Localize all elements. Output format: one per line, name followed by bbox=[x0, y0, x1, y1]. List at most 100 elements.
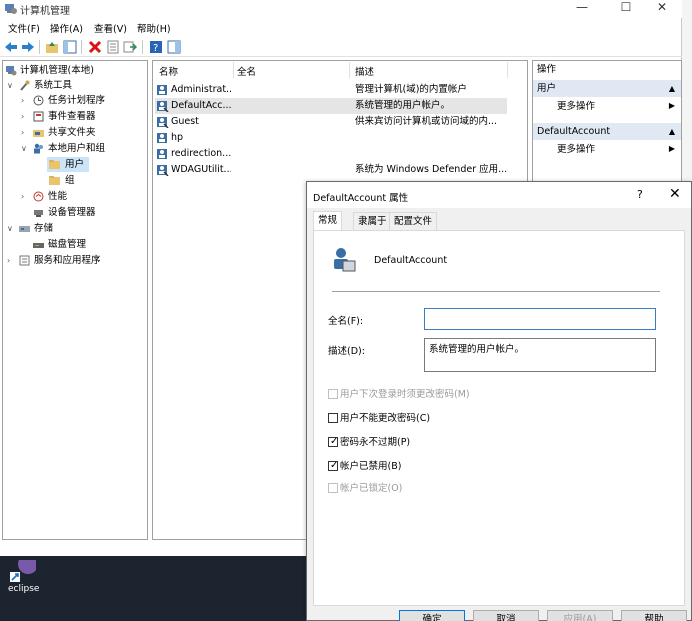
table-row[interactable]: hp bbox=[155, 130, 507, 146]
checkbox-box[interactable]: ✓ bbox=[328, 436, 338, 447]
table-row[interactable]: Administrat... 管理计算机(域)的内置帐户 bbox=[155, 82, 507, 98]
toolbar: ? bbox=[0, 37, 682, 57]
minimize-button[interactable]: — bbox=[566, 0, 598, 16]
checkbox-label: 用户不能更改密码(C) bbox=[340, 413, 431, 424]
checkbox-box[interactable] bbox=[328, 483, 338, 493]
tree-node-shared-folders[interactable]: › 共享文件夹 bbox=[21, 125, 145, 140]
menu-help[interactable]: 帮助(H) bbox=[137, 21, 171, 35]
tree-node-performance[interactable]: › 性能 bbox=[21, 189, 145, 204]
user-icon bbox=[157, 164, 169, 176]
column-divider[interactable] bbox=[349, 62, 350, 78]
table-row[interactable]: Guest 供来宾访问计算机或访问域的内... bbox=[155, 114, 507, 130]
account-disabled-checkbox[interactable]: ✓ 帐户已禁用(B) bbox=[328, 460, 528, 474]
table-row[interactable]: redirection... bbox=[155, 146, 507, 162]
collapse-chevron-icon[interactable]: › bbox=[7, 253, 15, 268]
password-never-expires-checkbox[interactable]: ✓ 密码永不过期(P) bbox=[328, 436, 528, 450]
help-button[interactable]: 帮助 bbox=[621, 610, 687, 621]
must-change-password-checkbox[interactable]: 用户下次登录时须更改密码(M) bbox=[328, 388, 528, 402]
table-row[interactable]: WDAGUtilit... 系统为 Windows Defender 应用... bbox=[155, 162, 507, 178]
event-viewer-icon bbox=[33, 111, 44, 122]
menu-view[interactable]: 查看(V) bbox=[94, 21, 127, 35]
collapse-chevron-icon[interactable]: › bbox=[21, 125, 29, 140]
checkbox-box[interactable] bbox=[328, 413, 338, 423]
apply-button[interactable]: 应用(A) bbox=[547, 610, 613, 621]
column-header-fullname[interactable]: 全名 bbox=[237, 64, 256, 78]
tree-node-system-tools[interactable]: ∨ 系统工具 bbox=[7, 78, 145, 93]
more-actions-defaultaccount[interactable]: 更多操作 bbox=[557, 142, 677, 158]
tree-node-event-viewer[interactable]: › 事件查看器 bbox=[21, 109, 145, 124]
delete-icon[interactable] bbox=[88, 40, 102, 54]
divider bbox=[332, 291, 660, 292]
collapse-chevron-icon[interactable]: › bbox=[21, 189, 29, 204]
fullname-input[interactable] bbox=[424, 308, 656, 330]
tree-node-root[interactable]: 计算机管理(本地) bbox=[5, 63, 145, 78]
column-divider[interactable] bbox=[233, 62, 234, 78]
more-actions-users[interactable]: 更多操作 bbox=[557, 99, 677, 115]
cannot-change-password-checkbox[interactable]: 用户不能更改密码(C) bbox=[328, 412, 528, 426]
desktop-shortcut-eclipse[interactable]: eclipse bbox=[4, 560, 44, 594]
show-hide-tree-icon[interactable] bbox=[63, 40, 77, 54]
column-header-description[interactable]: 描述 bbox=[355, 64, 374, 78]
expand-chevron-icon[interactable]: ∨ bbox=[21, 141, 29, 156]
expand-chevron-icon[interactable]: ∨ bbox=[7, 78, 15, 93]
submenu-arrow-icon[interactable]: ▶ bbox=[669, 101, 675, 110]
submenu-arrow-icon[interactable]: ▶ bbox=[669, 144, 675, 153]
action-pane-icon[interactable] bbox=[167, 40, 181, 54]
action-section-defaultaccount[interactable]: DefaultAccount ▲ bbox=[533, 123, 681, 140]
up-folder-icon[interactable] bbox=[45, 40, 59, 54]
tree-node-groups[interactable]: 组 bbox=[47, 173, 89, 188]
toolbar-divider bbox=[81, 40, 82, 54]
description-input[interactable]: 系统管理的用户帐户。 bbox=[424, 338, 656, 372]
table-row[interactable]: DefaultAcc... 系统管理的用户帐户。 bbox=[155, 98, 507, 114]
tab-member-of[interactable]: 隶属于 bbox=[353, 212, 392, 230]
tree-node-task-scheduler[interactable]: › 任务计划程序 bbox=[21, 93, 145, 108]
tree-label: 服务和应用程序 bbox=[34, 255, 101, 266]
forward-arrow-icon[interactable] bbox=[21, 40, 35, 54]
action-pane-header: 操作 bbox=[537, 64, 557, 75]
column-header-name[interactable]: 名称 bbox=[159, 64, 178, 78]
checkbox-box[interactable] bbox=[328, 389, 338, 399]
user-icon bbox=[157, 148, 169, 160]
tools-icon bbox=[19, 80, 30, 91]
tab-profile[interactable]: 配置文件 bbox=[389, 212, 438, 230]
action-item-label: 更多操作 bbox=[557, 144, 596, 155]
tree-node-device-manager[interactable]: 设备管理器 bbox=[21, 205, 145, 220]
tree-node-users[interactable]: 用户 bbox=[47, 157, 89, 172]
menu-file[interactable]: 文件(F) bbox=[8, 21, 40, 35]
properties-icon[interactable] bbox=[106, 40, 120, 54]
tree-node-local-users-groups[interactable]: ∨ 本地用户和组 bbox=[21, 141, 145, 156]
tab-general[interactable]: 常规 bbox=[313, 211, 343, 231]
description-label: 描述(D): bbox=[328, 346, 365, 357]
tree-label: 性能 bbox=[48, 191, 68, 202]
menu-action[interactable]: 操作(A) bbox=[50, 21, 83, 35]
tree-label: 存储 bbox=[34, 223, 54, 234]
collapse-chevron-icon[interactable]: › bbox=[21, 93, 29, 108]
account-locked-checkbox[interactable]: 帐户已锁定(O) bbox=[328, 482, 528, 496]
collapse-triangle-icon[interactable]: ▲ bbox=[669, 80, 675, 97]
back-arrow-icon[interactable] bbox=[4, 40, 18, 54]
export-list-icon[interactable] bbox=[123, 40, 137, 54]
dialog-help-button[interactable]: ? bbox=[637, 188, 643, 201]
toolbar-divider bbox=[39, 40, 40, 54]
dialog-close-button[interactable]: ✕ bbox=[669, 186, 681, 202]
tree-node-services-apps[interactable]: › 服务和应用程序 bbox=[7, 253, 145, 268]
cell-description: 系统管理的用户帐户。 bbox=[355, 100, 451, 111]
close-button[interactable]: ✕ bbox=[646, 0, 678, 16]
action-section-users[interactable]: 用户 ▲ bbox=[533, 80, 681, 97]
cancel-button[interactable]: 取消 bbox=[473, 610, 539, 621]
tree-label: 组 bbox=[65, 175, 75, 186]
cell-name: DefaultAcc... bbox=[171, 100, 231, 111]
checkbox-box[interactable]: ✓ bbox=[328, 460, 338, 471]
maximize-button[interactable]: ☐ bbox=[610, 0, 642, 16]
svg-text:?: ? bbox=[153, 43, 158, 54]
tree-node-disk-management[interactable]: 磁盘管理 bbox=[21, 237, 145, 252]
dialog-title: DefaultAccount 属性 bbox=[313, 193, 409, 204]
expand-chevron-icon[interactable]: ∨ bbox=[7, 221, 15, 236]
tree-node-storage[interactable]: ∨ 存储 bbox=[7, 221, 145, 236]
collapse-chevron-icon[interactable]: › bbox=[21, 109, 29, 124]
collapse-triangle-icon[interactable]: ▲ bbox=[669, 123, 675, 140]
help-icon[interactable]: ? bbox=[149, 40, 163, 54]
cell-name: Administrat... bbox=[171, 84, 231, 95]
column-divider[interactable] bbox=[507, 62, 508, 78]
ok-button[interactable]: 确定 bbox=[399, 610, 465, 621]
